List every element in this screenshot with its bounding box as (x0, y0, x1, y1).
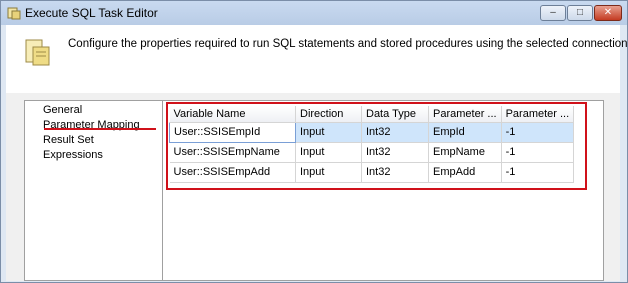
column-header-variable-name[interactable]: Variable Name (169, 106, 296, 123)
maximize-button[interactable]: □ (567, 5, 593, 21)
variable-name-cell[interactable]: User::SSISEmpName (169, 142, 296, 163)
column-header-data-type[interactable]: Data Type (361, 106, 429, 123)
parameter-size-cell[interactable]: -1 (501, 122, 575, 143)
table-row[interactable]: User::SSISEmpName Input Int32 EmpName -1 (169, 142, 575, 163)
close-button[interactable]: ✕ (594, 5, 622, 21)
data-type-cell[interactable]: Int32 (361, 122, 429, 143)
maximize-icon: □ (576, 7, 584, 18)
parameter-size-cell[interactable]: -1 (501, 142, 575, 163)
title-bar[interactable]: Execute SQL Task Editor – □ ✕ (1, 1, 627, 25)
nav-item-expressions[interactable]: Expressions (43, 149, 103, 161)
direction-cell[interactable]: Input (295, 162, 362, 183)
column-header-direction[interactable]: Direction (295, 106, 362, 123)
nav-item-result-set[interactable]: Result Set (43, 134, 94, 146)
variable-name-cell[interactable]: User::SSISEmpId (169, 121, 296, 143)
close-icon: ✕ (603, 7, 613, 18)
column-header-parameter-name[interactable]: Parameter ... (428, 106, 502, 123)
data-type-cell[interactable]: Int32 (361, 142, 429, 163)
parameter-size-cell[interactable]: -1 (501, 162, 575, 183)
table-row[interactable]: User::SSISEmpAdd Input Int32 EmpAdd -1 (169, 162, 575, 183)
header-panel: Configure the properties required to run… (6, 25, 628, 93)
minimize-icon: – (550, 7, 556, 18)
annotation-underline (44, 128, 156, 130)
ssis-task-icon (7, 7, 21, 20)
header-description: Configure the properties required to run… (68, 38, 628, 50)
task-editor-icon (25, 39, 50, 66)
parameter-mapping-grid: Variable Name Direction Data Type Parame… (169, 106, 575, 183)
variable-name-cell[interactable]: User::SSISEmpAdd (169, 162, 296, 183)
parameter-name-cell[interactable]: EmpName (428, 142, 502, 163)
parameter-name-cell[interactable]: EmpAdd (428, 162, 502, 183)
nav-item-general[interactable]: General (43, 104, 82, 116)
parameter-name-cell[interactable]: EmpId (428, 122, 502, 143)
direction-cell[interactable]: Input (295, 142, 362, 163)
data-type-cell[interactable]: Int32 (361, 162, 429, 183)
table-row[interactable]: User::SSISEmpId Input Int32 EmpId -1 (169, 121, 575, 143)
direction-cell[interactable]: Input (295, 122, 362, 143)
window-title: Execute SQL Task Editor (25, 6, 158, 20)
minimize-button[interactable]: – (540, 5, 566, 21)
grid-header-row: Variable Name Direction Data Type Parame… (169, 106, 575, 123)
column-header-parameter-size[interactable]: Parameter ... (501, 106, 575, 123)
